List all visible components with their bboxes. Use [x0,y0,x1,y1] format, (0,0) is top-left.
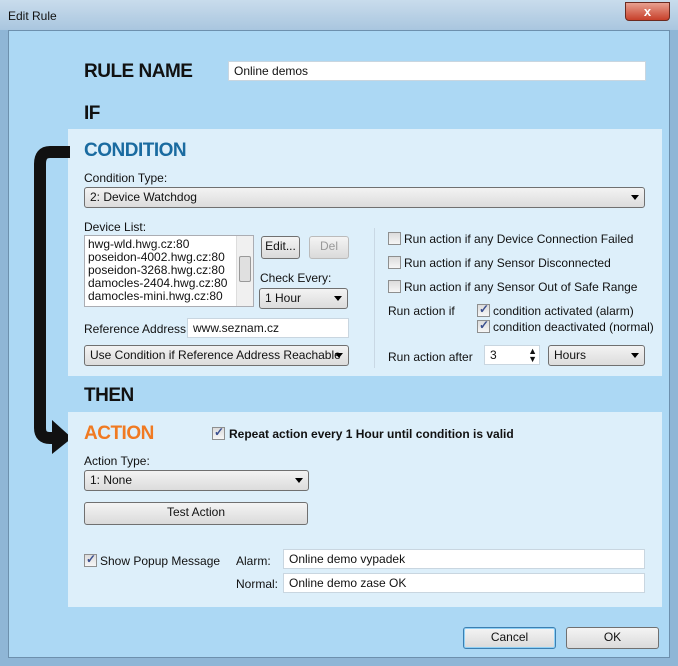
show-popup-checkbox[interactable] [84,552,97,567]
run-action-if-label: Run action if [388,304,455,318]
run-after-value: 3 [490,348,497,362]
ok-button[interactable]: OK [566,627,659,649]
activated-label: condition activated (alarm) [493,304,634,318]
chevron-down-icon [335,353,343,358]
reference-mode-select[interactable]: Use Condition if Reference Address Reach… [84,345,349,366]
condition-type-value: 2: Device Watchdog [90,190,197,204]
list-item[interactable]: damocles-mini.hwg.cz:80 [85,290,253,303]
device-list[interactable]: hwg-wld.hwg.cz:80 poseidon-4002.hwg.cz:8… [84,235,254,307]
normal-label: Normal: [236,577,279,591]
run-after-unit-select[interactable]: Hours [548,345,645,366]
reference-mode-value: Use Condition if Reference Address Reach… [90,348,341,362]
test-action-button[interactable]: Test Action [84,502,308,525]
rule-name-input[interactable]: Online demos [228,61,646,81]
chevron-down-icon [631,195,639,200]
check-every-label: Check Every: [260,271,332,285]
sensor-disconnected-label: Run action if any Sensor Disconnected [404,256,611,270]
check-every-select[interactable]: 1 Hour [259,288,348,309]
window-title: Edit Rule [8,9,57,23]
if-label: IF [84,103,100,124]
title-bar [0,0,678,30]
reference-address-input[interactable]: www.seznam.cz [187,318,349,338]
condition-type-label: Condition Type: [84,171,168,185]
out-of-range-checkbox[interactable] [388,280,401,293]
action-type-select[interactable]: 1: None [84,470,309,491]
chevron-down-icon [295,478,303,483]
scrollbar[interactable] [236,236,253,306]
device-list-label: Device List: [84,220,147,234]
chevron-down-icon [334,296,342,301]
repeat-label: Repeat action every 1 Hour until conditi… [229,427,514,441]
cancel-button[interactable]: Cancel [463,627,556,649]
alarm-label: Alarm: [236,554,271,568]
run-after-input[interactable]: 3 ▲ ▼ [484,345,540,365]
condition-type-select[interactable]: 2: Device Watchdog [84,187,645,208]
run-after-unit-value: Hours [554,348,587,362]
sensor-disconnected-checkbox[interactable] [388,256,401,269]
close-button[interactable]: x [625,2,670,21]
condition-heading: CONDITION [84,140,187,161]
connection-failed-label: Run action if any Device Connection Fail… [404,232,634,246]
rule-name-label: RULE NAME [84,61,193,82]
normal-message-input[interactable]: Online demo zase OK [283,573,645,593]
divider [374,228,375,368]
repeat-checkbox[interactable] [212,425,225,440]
show-popup-label: Show Popup Message [100,554,221,568]
run-after-label: Run action after [388,350,473,364]
then-label: THEN [84,385,134,406]
flow-arrow-icon [34,146,72,454]
deactivated-checkbox[interactable] [477,318,490,333]
del-button[interactable]: Del [309,236,349,259]
reference-address-label: Reference Address: [84,322,190,336]
activated-checkbox[interactable] [477,302,490,317]
action-heading: ACTION [84,423,154,444]
action-type-value: 1: None [90,473,133,487]
action-type-label: Action Type: [84,454,150,468]
deactivated-label: condition deactivated (normal) [493,320,654,334]
alarm-message-input[interactable]: Online demo vypadek [283,549,645,569]
chevron-down-icon [631,353,639,358]
edit-button[interactable]: Edit... [261,236,300,259]
spinner-icon[interactable]: ▲ ▼ [528,347,537,364]
check-every-value: 1 Hour [265,291,302,305]
out-of-range-label: Run action if any Sensor Out of Safe Ran… [404,280,638,294]
connection-failed-checkbox[interactable] [388,232,401,245]
